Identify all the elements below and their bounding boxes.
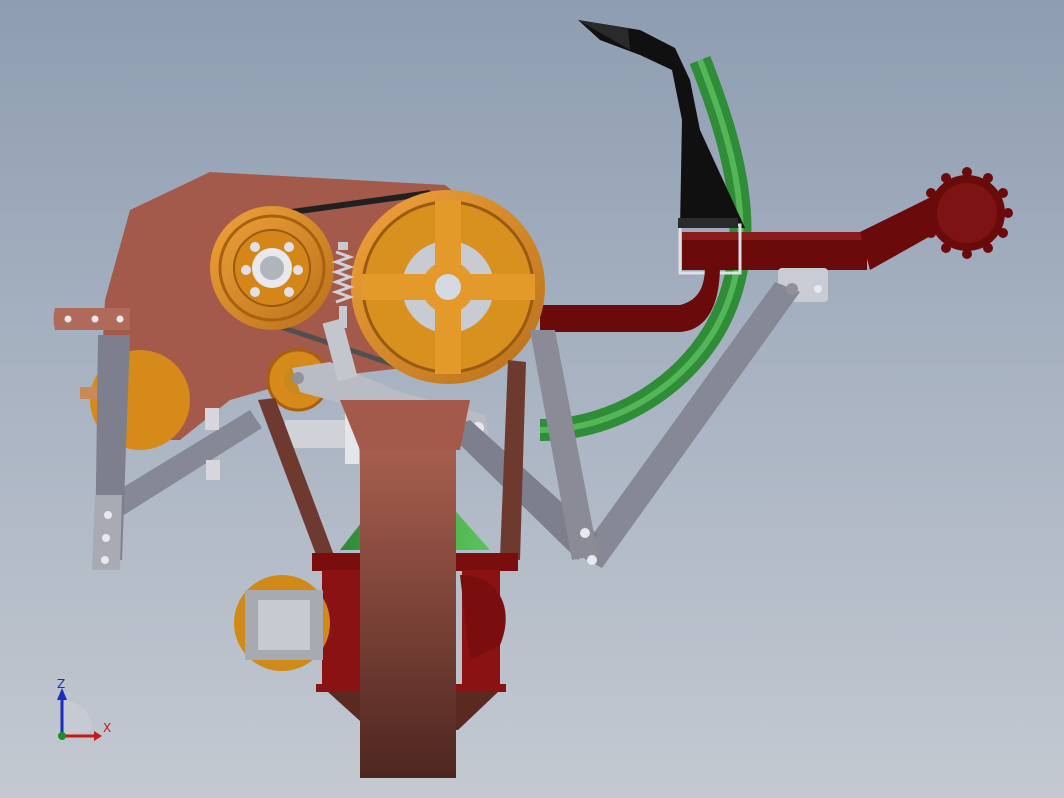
spring-clip	[206, 460, 220, 480]
stem-top	[340, 400, 470, 450]
bolt	[91, 315, 99, 323]
y-axis-dot	[58, 732, 66, 740]
pivot-bolt	[102, 534, 110, 542]
pivot-bolt	[786, 283, 798, 295]
cad-model[interactable]	[0, 0, 1064, 798]
small-pulley	[210, 206, 334, 330]
x-axis-arrow	[94, 731, 102, 741]
depth-wheel	[921, 167, 1013, 259]
bolt	[64, 315, 72, 323]
z-axis-label: Z	[57, 677, 66, 691]
pivot-bolt	[814, 285, 822, 293]
pivot-bolt	[292, 372, 304, 384]
spring-clip	[205, 408, 219, 430]
pivot-bolt	[580, 528, 590, 538]
frame-arm	[540, 265, 720, 332]
x-axis-label: X	[103, 721, 112, 735]
side-housing-inner	[258, 600, 310, 650]
pivot-bolt	[104, 511, 112, 519]
shaft-coupling	[285, 420, 355, 448]
bolt	[116, 315, 124, 323]
central-stem	[360, 450, 456, 778]
pivot-bolt	[101, 556, 109, 564]
large-pulley	[351, 190, 545, 384]
cad-viewport[interactable]: Z X	[0, 0, 1064, 798]
shank-mount	[678, 218, 738, 228]
pivot-bolt	[587, 555, 597, 565]
